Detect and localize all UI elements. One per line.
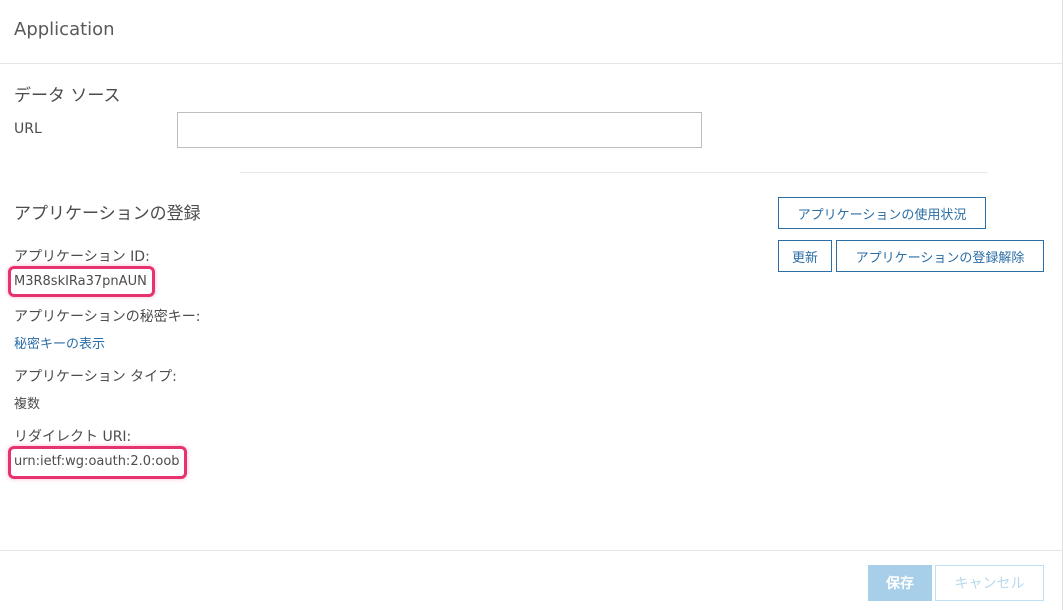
app-id-label: アプリケーション ID: — [14, 249, 150, 265]
redirect-uri-value: urn:ietf:wg:oauth:2.0:oob — [14, 454, 180, 469]
app-type-label: アプリケーション タイプ: — [14, 369, 177, 385]
dialog-title: Application — [14, 19, 115, 40]
url-label: URL — [14, 121, 42, 137]
save-button[interactable]: 保存 — [868, 565, 932, 601]
application-dialog: Application データ ソース URL アプリケーションの登録 アプリケ… — [0, 0, 1063, 610]
registration-section-title: アプリケーションの登録 — [14, 204, 201, 224]
cancel-button[interactable]: キャンセル — [935, 565, 1044, 601]
dialog-footer: 保存 キャンセル — [0, 550, 1062, 610]
redirect-uri-label: リダイレクト URI: — [14, 429, 132, 445]
app-id-value: M3R8skIRa37pnAUN — [14, 274, 147, 289]
data-source-section-title: データ ソース — [14, 86, 121, 106]
show-secret-key-link[interactable]: 秘密キーの表示 — [14, 333, 105, 352]
app-type-value: 複数 — [14, 397, 41, 412]
refresh-button[interactable]: 更新 — [778, 240, 832, 272]
unregister-app-button[interactable]: アプリケーションの登録解除 — [836, 240, 1044, 272]
url-input[interactable] — [177, 112, 702, 148]
app-usage-button[interactable]: アプリケーションの使用状況 — [778, 197, 986, 229]
dialog-header: Application — [0, 0, 1062, 64]
secret-key-label: アプリケーションの秘密キー: — [14, 309, 201, 325]
section-divider — [240, 172, 988, 173]
